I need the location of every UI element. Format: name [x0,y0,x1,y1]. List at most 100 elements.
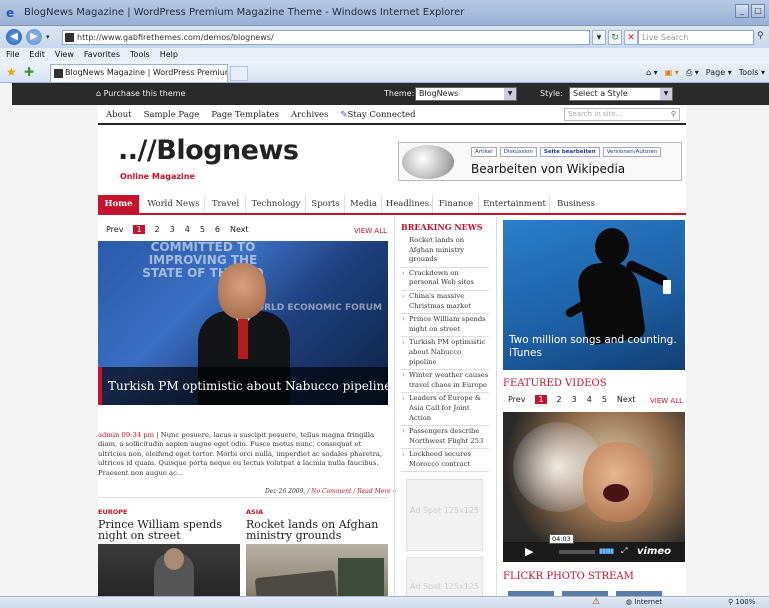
cat-finance[interactable]: Finance [434,195,479,213]
fullscreen-icon[interactable]: ⤢ [621,546,627,556]
back-button[interactable]: ◀ [6,29,22,45]
site-search-input[interactable]: Search in site... ⚲ [564,108,680,121]
print-icon[interactable]: ⎙ ▾ [686,66,699,79]
subpost-category-europe[interactable]: EUROPE [98,508,127,516]
cat-home[interactable]: Home [98,195,140,213]
video-pager-page-4[interactable]: 4 [587,395,592,404]
menu-edit[interactable]: Edit [29,48,45,61]
nav-page-templates[interactable]: Page Templates [211,110,279,120]
volume-icon[interactable]: ▮▮▮▮▮ [599,547,614,555]
pager-page-3[interactable]: 3 [170,225,175,234]
nav-about[interactable]: About [106,110,132,120]
address-input[interactable]: http://www.gabfirethemes.com/demos/blogn… [62,30,590,45]
tools-menu[interactable]: Tools ▾ [739,66,765,79]
video-controls: ▶ 04:03 ▮▮▮▮▮ ⤢ vimeo [503,534,685,562]
site-favicon-icon [65,33,74,42]
featured-caption[interactable]: Turkish PM optimistic about Nabucco pipe… [98,367,388,405]
subpost-title-rocket[interactable]: Rocket lands on Afghan ministry grounds [246,519,391,541]
address-dropdown-icon[interactable]: ▾ [592,30,606,45]
new-tab-button[interactable] [230,66,248,81]
video-pager-page-3[interactable]: 3 [572,395,577,404]
stop-icon[interactable]: ✕ [624,30,638,45]
pager-page-1[interactable]: 1 [133,225,145,234]
nav-sample-page[interactable]: Sample Page [144,110,200,120]
featured-meta: admin 09:34 pm [98,431,155,439]
cat-technology[interactable]: Technology [247,195,306,213]
featured-image[interactable]: COMMITTED TO IMPROVING THE STATE OF THE … [98,241,388,405]
subpost-image-rocket[interactable] [246,544,388,596]
itunes-tagline: Two million songs and counting. [509,334,677,346]
subpost-image-prince-william[interactable] [98,544,240,596]
cat-world-news[interactable]: World News [143,195,205,213]
cat-headlines[interactable]: Headlines [383,195,433,213]
video-pager-next[interactable]: Next [617,395,636,404]
pager-next[interactable]: Next [230,225,249,234]
subpost-category-asia[interactable]: ASIA [246,508,263,516]
theme-select[interactable]: BlogNews ▼ [415,87,517,101]
search-icon[interactable]: ⚲ [671,109,676,120]
zoom-level[interactable]: ⚲ 100% [728,598,755,606]
menu-view[interactable]: View [55,48,74,61]
pager-page-4[interactable]: 4 [185,225,190,234]
ad-spot[interactable]: Ad Spot 125x125 [406,479,483,551]
forward-button[interactable]: ▶ [26,29,42,45]
feeds-icon[interactable]: ▣ ▾ [665,66,679,79]
video-pager-prev[interactable]: Prev [508,395,525,404]
cat-business[interactable]: Business [551,195,601,213]
breaking-item[interactable]: Turkish PM optimistic about Nabucco pipe… [401,337,489,371]
videos-view-all-link[interactable]: VIEW ALL [650,397,683,405]
pager-page-6[interactable]: 6 [215,225,220,234]
pager-prev[interactable]: Prev [106,225,123,234]
breaking-item[interactable]: Leaders of Europe & Asia Call for Joint … [401,393,489,427]
live-search-input[interactable]: Live Search [638,30,754,45]
pager-page-2[interactable]: 2 [155,225,160,234]
video-pager-page-1[interactable]: 1 [535,395,547,404]
style-select[interactable]: Select a Style ▼ [569,87,673,101]
read-more-link[interactable]: / No Comment / Read More » [307,488,396,495]
site-logo[interactable]: ..//Blognews [118,135,299,166]
itunes-brand: iTunes [509,347,542,359]
cat-entertainment[interactable]: Entertainment [480,195,550,213]
view-all-link[interactable]: VIEW ALL [354,227,387,235]
maximize-button[interactable]: □ [751,4,765,18]
nav-stay-connected[interactable]: ✎Stay Connected [340,110,415,120]
nav-archives[interactable]: Archives [291,110,328,120]
page-menu[interactable]: Page ▾ [706,66,732,79]
menu-tools[interactable]: Tools [130,48,150,61]
subpost-title-prince-william[interactable]: Prince William spends night on street [98,519,243,541]
home-icon[interactable]: ⌂ ▾ [646,66,658,79]
purchase-link[interactable]: ⌂ Purchase this theme [96,89,185,98]
menu-favorites[interactable]: Favorites [84,48,120,61]
search-icon[interactable]: ⚲ [757,31,764,41]
history-dropdown-icon[interactable]: ▾ [46,33,50,41]
breaking-item[interactable]: Crackdown on personal Web sites [401,268,489,291]
cat-media[interactable]: Media [346,195,382,213]
favorites-star-icon[interactable]: ★ [6,65,17,79]
breaking-item[interactable]: China's massive Christmas market [401,291,489,315]
add-favorite-icon[interactable]: ✚ [24,65,34,79]
video-progress-bar[interactable] [559,550,595,554]
menu-help[interactable]: Help [160,48,178,61]
wikipedia-banner[interactable]: Artikel Diskussion Seite bearbeiten Vers… [398,142,682,181]
vimeo-logo[interactable]: vimeo [637,546,671,557]
pager-page-5[interactable]: 5 [200,225,205,234]
ad-spot[interactable]: Ad Spot 125x125 [406,557,483,596]
video-player[interactable]: ▶ 04:03 ▮▮▮▮▮ ⤢ vimeo [503,412,685,562]
breaking-item[interactable]: Winter weather causes travel chaos in Eu… [401,370,489,394]
breaking-item[interactable]: Passengers describe Northwest Flight 253 [401,426,489,450]
play-icon[interactable]: ▶ [525,545,533,558]
breaking-item[interactable]: Rocket lands on Afghan ministry grounds [401,235,489,268]
video-pager-page-5[interactable]: 5 [602,395,607,404]
minimize-button[interactable]: _ [735,4,749,18]
menu-file[interactable]: File [6,48,19,61]
featured-postmeta: Dec 26 2009, / No Comment / Read More » [265,488,397,495]
ie-logo-icon: e [6,6,15,20]
breaking-item[interactable]: Lockheed secures Morocco contract [401,449,489,473]
cat-travel[interactable]: Travel [206,195,246,213]
breaking-item[interactable]: Prince William spends night on street [401,314,489,338]
video-pager-page-2[interactable]: 2 [557,395,562,404]
refresh-icon[interactable]: ↻ [608,30,622,45]
tab-blognews[interactable]: BlogNews Magazine | WordPress Premium Ma… [50,64,228,82]
itunes-ad[interactable]: Two million songs and counting. iTunes [503,220,685,370]
cat-sports[interactable]: Sports [307,195,345,213]
